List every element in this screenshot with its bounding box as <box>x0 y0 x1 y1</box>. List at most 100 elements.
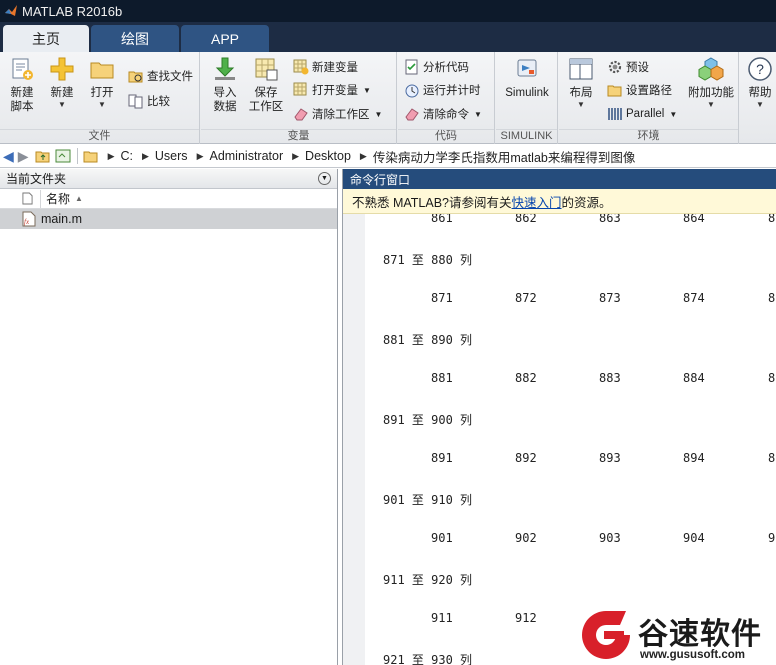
parallel-button[interactable]: Parallel ▼ <box>607 105 677 123</box>
simulink-button[interactable]: Simulink <box>502 56 552 100</box>
window-title: MATLAB R2016b <box>22 3 123 19</box>
code-group-label: 代码 <box>398 129 494 143</box>
notice-suffix: 的资源。 <box>561 195 612 210</box>
help-icon: ? <box>748 57 772 81</box>
output-value: 862 <box>515 214 537 225</box>
parallel-dropdown-icon: ▼ <box>669 109 678 119</box>
run-and-time-button[interactable]: 运行并计时 <box>404 81 481 99</box>
open-variable-icon <box>293 82 307 96</box>
preferences-button[interactable]: 预设 <box>607 58 649 76</box>
up-folder-icon[interactable] <box>35 148 51 164</box>
output-value: 902 <box>515 531 537 545</box>
tab-apps[interactable]: APP <box>181 25 269 52</box>
column-range-header: 881 至 890 列 <box>383 333 473 347</box>
open-variable-label: 打开变量 <box>312 85 358 97</box>
column-range-header: 921 至 930 列 <box>383 653 473 665</box>
new-variable-icon <box>293 59 309 75</box>
browse-folder-icon[interactable] <box>55 148 71 164</box>
tab-plots-label: 绘图 <box>121 30 149 47</box>
breadcrumb-project-folder[interactable]: 传染病动力学李氏指数用matlab来编程得到图像 <box>373 147 636 166</box>
analyze-code-button[interactable]: 分析代码 <box>404 58 469 76</box>
import-data-button[interactable]: 导入 数据 <box>209 56 241 114</box>
column-range-header: 891 至 900 列 <box>383 413 473 427</box>
clear-commands-dropdown-icon: ▼ <box>474 109 482 119</box>
new-button[interactable]: 新建 ▼ <box>46 56 78 110</box>
new-script-label: 新建 脚本 <box>10 87 34 113</box>
simulink-group-label: SIMULINK <box>496 129 557 143</box>
folder-icon <box>90 62 114 79</box>
column-range-header: 901 至 910 列 <box>383 493 473 507</box>
compare-icon <box>128 94 143 109</box>
simulink-icon <box>517 59 537 77</box>
current-folder-header: 当前文件夹 ▼ <box>0 169 337 189</box>
simulink-label: Simulink <box>505 87 549 99</box>
forward-arrow-icon[interactable]: ▶ <box>18 148 29 165</box>
breadcrumb-desktop[interactable]: Desktop <box>305 149 351 163</box>
output-value: 8 <box>768 214 776 225</box>
clear-workspace-label: 清除工作区 <box>312 109 370 121</box>
current-folder-panel: 当前文件夹 ▼ 名称 ▲ fx main.m <box>0 169 338 665</box>
file-row[interactable]: fx main.m <box>0 209 337 229</box>
save-workspace-label: 保存 工作区 <box>248 87 284 113</box>
tab-plots[interactable]: 绘图 <box>91 25 179 52</box>
breadcrumb-users[interactable]: Users <box>155 149 188 163</box>
output-value: 861 <box>431 214 453 225</box>
clear-commands-button[interactable]: 清除命令 ▼ <box>404 105 482 123</box>
panel-menu-icon[interactable]: ▼ <box>318 172 331 185</box>
preferences-label: 预设 <box>626 62 649 74</box>
find-files-label: 查找文件 <box>147 71 193 83</box>
output-value: 904 <box>683 531 705 545</box>
clear-commands-label: 清除命令 <box>423 109 469 121</box>
address-bar: ◀ ▶ ▶ C: ▶ Users ▶ Administrator ▶ Deskt… <box>0 145 776 168</box>
output-value: 8 <box>768 371 776 385</box>
tab-home-label: 主页 <box>32 30 60 47</box>
tab-home[interactable]: 主页 <box>3 25 89 52</box>
find-files-button[interactable]: 查找文件 <box>128 67 193 85</box>
output-value: 901 <box>431 531 453 545</box>
open-variable-button[interactable]: 打开变量 ▼ <box>293 81 371 99</box>
set-path-button[interactable]: 设置路径 <box>607 81 672 99</box>
watermark-logo-icon <box>582 611 630 659</box>
resources-group: ? 帮助 ▼ <box>740 52 776 144</box>
output-value: 882 <box>515 371 537 385</box>
open-dropdown-icon: ▼ <box>98 100 106 109</box>
save-workspace-button[interactable]: 保存 工作区 <box>247 56 285 114</box>
chevron-right-icon: ▶ <box>196 150 204 161</box>
watermark-url: www.gususoft.com <box>640 649 745 661</box>
new-dropdown-icon: ▼ <box>58 100 66 109</box>
save-workspace-icon <box>255 58 278 81</box>
variable-group-label: 变量 <box>201 129 396 143</box>
svg-text:?: ? <box>756 61 764 77</box>
breadcrumb-administrator[interactable]: Administrator <box>209 149 283 163</box>
watermark: 谷速软件 www.gususoft.com <box>576 605 776 665</box>
breadcrumb-drive[interactable]: C: <box>120 149 133 163</box>
tab-apps-label: APP <box>210 30 239 47</box>
command-window-panel: 命令行窗口 不熟悉 MATLAB?请参阅有关 快速入门 的资源。 861 862 863… <box>342 169 776 665</box>
column-divider <box>40 189 41 208</box>
new-variable-button[interactable]: 新建变量 <box>293 58 358 76</box>
gear-icon <box>608 60 622 74</box>
help-button[interactable]: ? 帮助 ▼ <box>744 56 776 110</box>
output-value: 883 <box>599 371 621 385</box>
output-value: 894 <box>683 451 705 465</box>
column-range-header: 871 至 880 列 <box>383 253 473 267</box>
file-list-column-header[interactable]: 名称 ▲ <box>0 189 337 209</box>
clear-workspace-dropdown-icon: ▼ <box>374 109 383 119</box>
open-button[interactable]: 打开 ▼ <box>86 56 118 110</box>
new-script-button[interactable]: 新建 脚本 <box>6 56 38 114</box>
clear-workspace-button[interactable]: 清除工作区 ▼ <box>293 105 382 123</box>
back-arrow-icon[interactable]: ◀ <box>3 148 14 165</box>
compare-button[interactable]: 比较 <box>128 92 170 110</box>
help-dropdown-icon: ▼ <box>756 100 764 109</box>
output-value: 911 <box>431 611 453 625</box>
run-time-icon <box>405 84 419 98</box>
getting-started-notice: 不熟悉 MATLAB?请参阅有关 快速入门 的资源。 <box>343 189 776 214</box>
layout-button[interactable]: 布局 ▼ <box>565 56 597 110</box>
address-separator <box>76 148 78 164</box>
add-ons-button[interactable]: 附加功能 ▼ <box>687 56 735 110</box>
command-output[interactable]: 861 862 863 864 8 871 至 880 列 871 872 873 874 8 881… <box>343 214 776 665</box>
add-ons-dropdown-icon: ▼ <box>707 100 715 109</box>
getting-started-link[interactable]: 快速入门 <box>512 192 562 211</box>
sort-ascending-icon: ▲ <box>75 194 83 203</box>
output-value: 881 <box>431 371 453 385</box>
